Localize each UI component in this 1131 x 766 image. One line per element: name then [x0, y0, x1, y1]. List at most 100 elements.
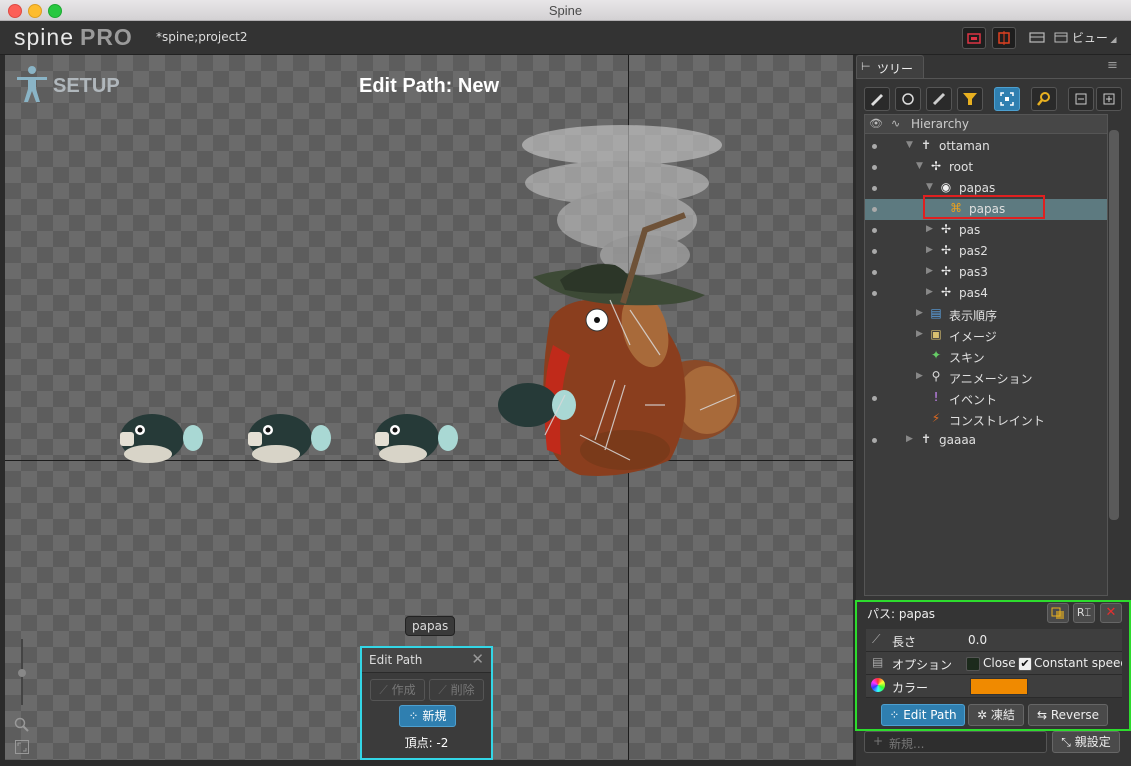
visibility-dot[interactable] — [872, 207, 877, 212]
tree-item[interactable]: ▶ ✝ gaaaa — [865, 430, 1107, 451]
new-item-input[interactable]: + 新規... — [864, 731, 1047, 753]
tree-item-label: papas — [959, 181, 996, 195]
reverse-button[interactable]: ⇆ Reverse — [1028, 704, 1108, 726]
tree-item[interactable]: ▼ ✝ ottaman — [865, 136, 1107, 157]
zoom-slider[interactable] — [14, 631, 30, 711]
visibility-dot[interactable] — [872, 228, 877, 233]
images-folder-icon: ▣ — [930, 327, 942, 341]
tree-item-label: pas2 — [959, 244, 988, 258]
delete-vertex-label: 削除 — [450, 683, 475, 697]
project-name: *spine;project2 — [156, 30, 248, 44]
constant-speed-checkbox[interactable]: ✔ — [1018, 657, 1032, 671]
visibility-dot[interactable] — [872, 438, 877, 443]
expand-arrow-icon[interactable]: ▼ — [916, 161, 923, 171]
tree-item-label: 表示順序 — [949, 309, 998, 323]
animations-icon: ⚲ — [931, 369, 941, 383]
tree-item[interactable]: ! イベント — [865, 388, 1107, 409]
tree-filter-slot-button[interactable] — [895, 87, 921, 111]
tree-item[interactable]: ✦ スキン — [865, 346, 1107, 367]
key-icon: ∿ — [891, 117, 901, 130]
tree-select-mode-button[interactable] — [994, 87, 1020, 111]
tree-filter-bone-button[interactable] — [926, 87, 952, 111]
visibility-dot[interactable] — [872, 396, 877, 401]
rename-button[interactable]: R⌶ — [1073, 603, 1095, 623]
edition-label: PRO — [79, 24, 133, 50]
collapse-arrow-icon[interactable]: ▶ — [926, 266, 933, 276]
close-checkbox[interactable] — [966, 657, 980, 671]
edit-path-dialog-title: Edit Path — [369, 653, 423, 667]
expand-arrow-icon[interactable]: ▼ — [906, 140, 913, 150]
collapse-arrow-icon[interactable]: ▶ — [916, 308, 923, 318]
tree-filter-brush-button[interactable] — [864, 87, 890, 111]
view-menu[interactable]: ビュー ◢ — [1054, 29, 1117, 46]
tree-scrollbar[interactable] — [1109, 130, 1119, 520]
tree-item-label: スキン — [949, 351, 985, 365]
visibility-dot[interactable] — [872, 291, 877, 296]
spine-logo: spine PRO — [14, 24, 133, 51]
view-menu-label: ビュー — [1071, 31, 1108, 45]
collapse-all-button[interactable] — [1068, 87, 1094, 111]
expand-all-button[interactable] — [1096, 87, 1122, 111]
delete-attachment-button[interactable]: ✕ — [1100, 603, 1122, 623]
small-creature-3 — [375, 414, 458, 463]
visibility-dot[interactable] — [872, 249, 877, 254]
collapse-arrow-icon[interactable]: ▶ — [926, 224, 933, 234]
edit-path-dialog: Edit Path ✕ ⟋ 作成 ⟋ 削除 ⁘ 新規 頂点: -2 — [360, 646, 493, 760]
tree-item[interactable]: ▶ ✢ pas — [865, 220, 1107, 241]
edit-path-button[interactable]: ⁘ Edit Path — [881, 704, 965, 726]
tree-item[interactable]: ▶ ✢ pas2 — [865, 241, 1107, 262]
dopesheet-icon[interactable] — [1028, 31, 1046, 45]
length-value: 0.0 — [968, 633, 988, 647]
eye-icon[interactable]: 👁 — [869, 117, 883, 130]
visibility-dot[interactable] — [872, 165, 877, 170]
fit-view-icon[interactable] — [14, 739, 30, 755]
panel-menu-icon[interactable]: ≡ — [1107, 58, 1118, 73]
tree-item[interactable]: ▶ ▣ イメージ — [865, 325, 1107, 346]
tree-filter-button[interactable] — [957, 87, 983, 111]
collapse-arrow-icon[interactable]: ▶ — [916, 329, 923, 339]
brush-icon — [871, 94, 883, 106]
set-parent-button[interactable]: ⤡ 親設定 — [1052, 731, 1120, 753]
pen-icon: ⟋ — [438, 683, 451, 697]
small-creature-1 — [120, 414, 203, 463]
record-button[interactable] — [962, 27, 986, 49]
zoom-icon[interactable] — [14, 717, 30, 733]
bones-toggle-button[interactable] — [992, 27, 1016, 49]
color-swatch[interactable] — [970, 678, 1028, 695]
rename-icon: R⌶ — [1076, 606, 1092, 619]
app-header: spine PRO *spine;project2 ビュー ◢ — [0, 21, 1131, 55]
slot-icon: ◉ — [940, 180, 952, 194]
close-label: Close — [983, 656, 1016, 670]
select-frame-icon — [1000, 92, 1014, 106]
tree-search-button[interactable] — [1031, 87, 1057, 111]
visibility-dot[interactable] — [872, 270, 877, 275]
collapse-arrow-icon[interactable]: ▶ — [926, 245, 933, 255]
collapse-arrow-icon[interactable]: ▶ — [906, 434, 913, 444]
expand-arrow-icon[interactable]: ▼ — [926, 182, 933, 192]
tree-item[interactable]: ▶ ✢ pas4 — [865, 283, 1107, 304]
tree-item[interactable]: ▶ ▤ 表示順序 — [865, 304, 1107, 325]
tree-item[interactable]: ▼ ✢ root — [865, 157, 1107, 178]
delete-icon: ✕ — [1105, 605, 1117, 620]
tree-item[interactable]: ⚡ コンストレイント — [865, 409, 1107, 430]
create-vertex-button[interactable]: ⟋ 作成 — [370, 679, 425, 701]
new-path-button[interactable]: ⁘ 新規 — [399, 705, 456, 727]
delete-vertex-button[interactable]: ⟋ 削除 — [429, 679, 484, 701]
close-icon[interactable]: ✕ — [471, 650, 484, 668]
tree-header: 👁 ∿ Hierarchy — [865, 115, 1107, 134]
length-row: ⟋ 長さ 0.0 — [866, 629, 1122, 652]
tab-divider — [856, 78, 1131, 79]
tree-item-label: イベント — [949, 393, 998, 407]
collapse-arrow-icon[interactable]: ▶ — [916, 371, 923, 381]
collapse-arrow-icon[interactable]: ▶ — [926, 287, 933, 297]
tree-item[interactable]: ▶ ⚲ アニメーション — [865, 367, 1107, 388]
record-icon — [967, 33, 981, 44]
tab-tree[interactable]: ⊢ ツリー — [856, 55, 924, 79]
create-vertex-label: 作成 — [391, 683, 416, 697]
visibility-dot[interactable] — [872, 186, 877, 191]
freeze-button[interactable]: ✲ 凍結 — [968, 704, 1024, 726]
tree-item[interactable]: ▶ ✢ pas3 — [865, 262, 1107, 283]
window-titlebar: Spine — [0, 0, 1131, 21]
duplicate-attachment-button[interactable] — [1047, 603, 1069, 623]
visibility-dot[interactable] — [872, 144, 877, 149]
